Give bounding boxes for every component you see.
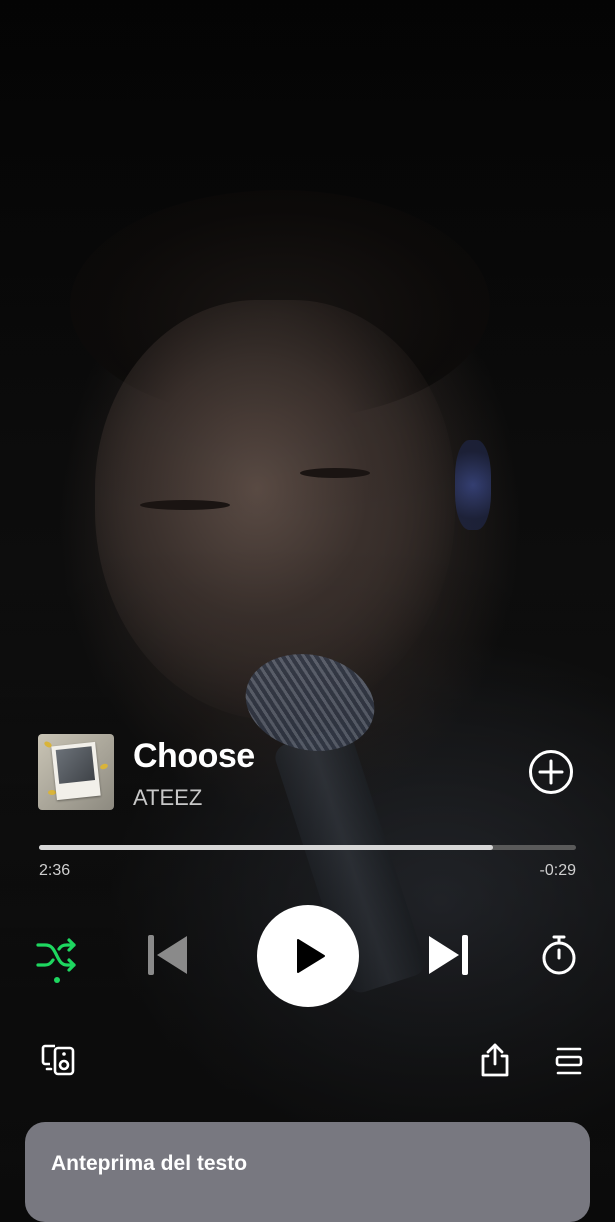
seek-bar-fill [39, 845, 493, 850]
previous-button[interactable] [142, 930, 192, 980]
share-button[interactable] [478, 1042, 512, 1078]
connect-device-button[interactable] [40, 1042, 80, 1078]
cover-leaf [99, 762, 109, 771]
play-icon [297, 939, 325, 973]
seek-bar[interactable] [39, 845, 576, 850]
skip-previous-icon [148, 935, 187, 975]
cover-photo [55, 746, 96, 784]
background-shade [0, 0, 615, 1200]
lyrics-preview-card[interactable]: Anteprima del testo [25, 1122, 590, 1222]
cover-leaf [48, 790, 56, 795]
track-artist[interactable]: ATEEZ [133, 784, 202, 812]
play-button[interactable] [257, 905, 359, 1007]
sleep-timer-button[interactable] [536, 932, 582, 978]
track-title[interactable]: Choose [133, 734, 255, 778]
lyrics-preview-title: Anteprima del testo [51, 1152, 248, 1175]
connect-device-icon [41, 1044, 75, 1076]
share-icon [481, 1043, 509, 1077]
remaining-time: -0:29 [539, 862, 576, 879]
cover-polaroid [51, 741, 101, 801]
track-info: Choose ATEEZ [38, 734, 578, 810]
shuffle-icon [36, 938, 76, 983]
next-button[interactable] [424, 930, 474, 980]
add-to-library-button[interactable] [528, 749, 574, 795]
queue-button[interactable] [552, 1044, 586, 1078]
queue-icon [555, 1047, 583, 1075]
album-cover[interactable] [38, 734, 114, 810]
sleep-timer-icon [542, 935, 576, 975]
shuffle-button[interactable] [34, 935, 80, 987]
plus-circle-icon [529, 750, 573, 794]
background-video [0, 0, 615, 1200]
skip-next-icon [429, 935, 468, 975]
elapsed-time: 2:36 [39, 862, 71, 879]
